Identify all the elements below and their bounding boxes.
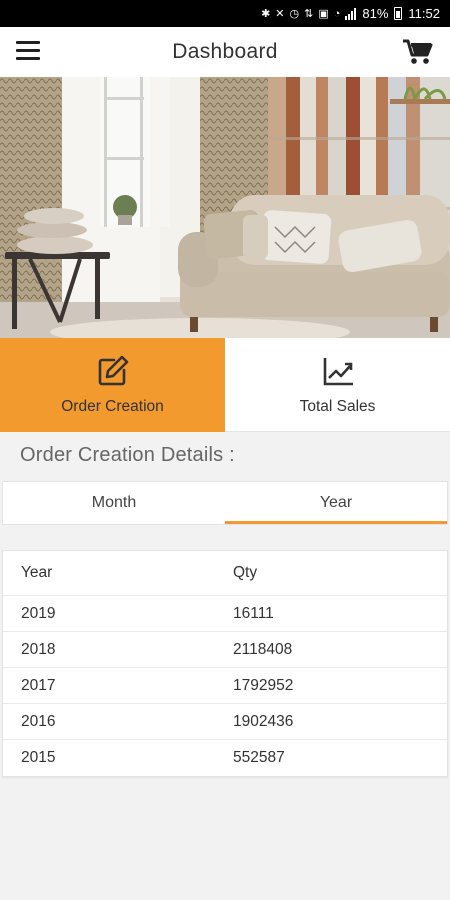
table-row: 2017 1792952 [3,668,447,704]
clock: 11:52 [408,6,440,21]
column-header-year: Year [21,564,53,581]
cell-qty: 16111 [233,604,274,622]
hero-banner-image [0,77,450,338]
bluetooth-icon: ✱ [261,8,271,20]
wifi-icon: ◔ [333,7,341,20]
tab-total-sales-label: Total Sales [299,397,376,415]
cell-year: 2016 [21,712,56,730]
cell-qty: 2118408 [233,640,293,658]
cell-qty: 1792952 [233,676,294,694]
menu-icon[interactable] [16,41,40,63]
table-row: 2018 2118408 [3,632,447,668]
status-icons: ✱ ✕ ◷ ⇅ ▣ ◔ [261,7,357,20]
cell-year: 2017 [21,676,56,694]
data-icon: ⇅ [304,8,314,20]
tab-order-creation[interactable]: Order Creation [0,338,225,432]
cell-year: 2018 [21,640,56,658]
trending-up-chart-icon [323,357,353,385]
battery-icon [394,7,403,20]
cell-qty: 552587 [233,749,285,766]
signal-icon [345,7,357,20]
period-tabs: Month Year [2,481,448,525]
battery-percent: 81% [362,6,389,21]
feature-tabs: Order Creation Total Sales [0,338,450,432]
tab-total-sales[interactable]: Total Sales [225,338,450,432]
page-title: Dashboard [172,40,278,63]
table-header-row: Year Qty [3,551,447,596]
cell-year: 2015 [21,749,56,766]
tab-order-creation-label: Order Creation [61,398,164,415]
table-row: 2015 552587 [3,740,447,776]
cell-year: 2019 [21,604,56,622]
table-row: 2019 16111 [3,596,447,632]
cell-qty: 1902436 [233,712,294,730]
edit-icon [98,355,128,386]
tab-year[interactable]: Year [225,482,447,524]
tab-month[interactable]: Month [3,482,225,524]
cart-icon[interactable] [402,38,434,66]
alarm-icon: ◷ [289,8,300,20]
column-header-qty: Qty [233,564,258,581]
status-bar: ✱ ✕ ◷ ⇅ ▣ ◔ 81% 11:52 [0,0,450,27]
mute-icon: ✕ [275,8,285,20]
notification-icon: ▣ [318,8,329,20]
table-row: 2016 1902436 [3,704,447,740]
order-details-table: Year Qty 2019 16111 2018 2118408 2017 17… [2,550,448,777]
section-title: Order Creation Details : [20,444,235,466]
app-header: Dashboard [0,27,450,77]
